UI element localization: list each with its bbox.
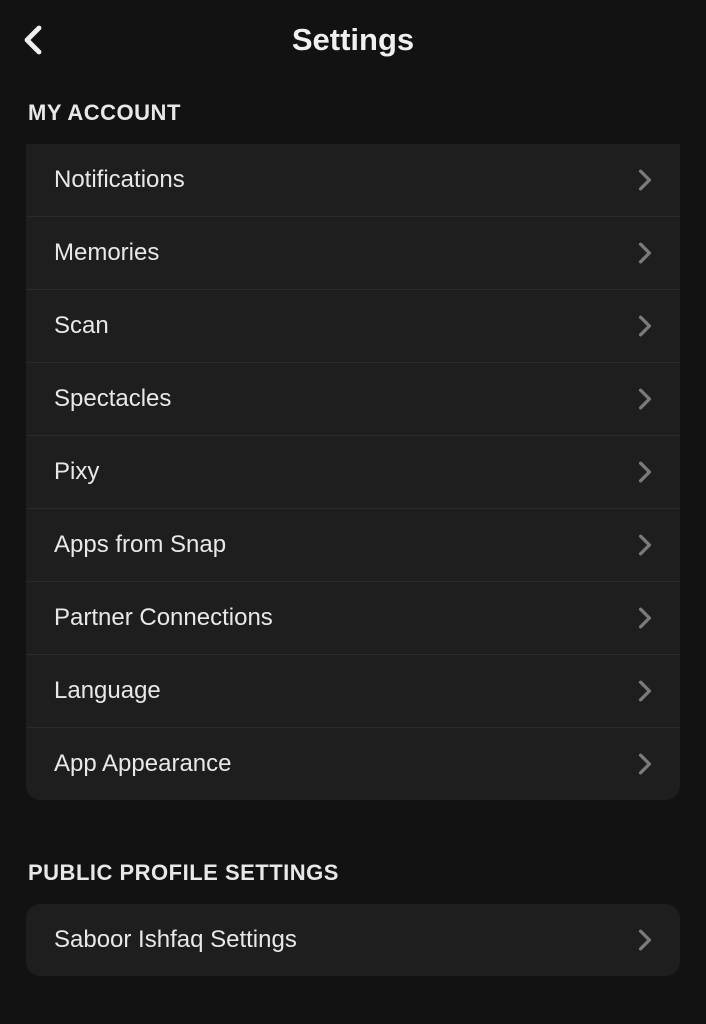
chevron-right-icon [638, 169, 652, 191]
chevron-right-icon [638, 534, 652, 556]
list-item-label: Language [54, 677, 161, 705]
list-item-label: Apps from Snap [54, 531, 226, 559]
chevron-right-icon [638, 753, 652, 775]
chevron-right-icon [638, 315, 652, 337]
chevron-right-icon [638, 388, 652, 410]
list-item-label: Pixy [54, 458, 99, 486]
chevron-right-icon [638, 461, 652, 483]
list-item-label: Partner Connections [54, 604, 273, 632]
list-item-label: App Appearance [54, 750, 231, 778]
list-item-language[interactable]: Language [26, 655, 680, 728]
chevron-right-icon [638, 929, 652, 951]
list-item-label: Scan [54, 312, 109, 340]
page-title: Settings [292, 22, 414, 58]
chevron-right-icon [638, 242, 652, 264]
chevron-right-icon [638, 680, 652, 702]
section-header-public-profile: PUBLIC PROFILE SETTINGS [0, 840, 706, 904]
section-header-my-account: MY ACCOUNT [0, 80, 706, 144]
back-button[interactable] [18, 25, 48, 55]
list-item-scan[interactable]: Scan [26, 290, 680, 363]
list-item-memories[interactable]: Memories [26, 217, 680, 290]
list-item-partner-connections[interactable]: Partner Connections [26, 582, 680, 655]
list-item-pixy[interactable]: Pixy [26, 436, 680, 509]
list-item-label: Spectacles [54, 385, 171, 413]
header: Settings [0, 0, 706, 80]
list-item-profile-settings[interactable]: Saboor Ishfaq Settings [26, 904, 680, 976]
list-item-label: Saboor Ishfaq Settings [54, 926, 297, 954]
list-item-spectacles[interactable]: Spectacles [26, 363, 680, 436]
chevron-left-icon [22, 25, 44, 55]
public-profile-list: Saboor Ishfaq Settings [26, 904, 680, 976]
list-item-notifications[interactable]: Notifications [26, 144, 680, 217]
list-item-label: Notifications [54, 166, 185, 194]
list-item-label: Memories [54, 239, 159, 267]
my-account-list: Notifications Memories Scan Spectacles P… [26, 144, 680, 800]
chevron-right-icon [638, 607, 652, 629]
list-item-app-appearance[interactable]: App Appearance [26, 728, 680, 800]
list-item-apps-from-snap[interactable]: Apps from Snap [26, 509, 680, 582]
